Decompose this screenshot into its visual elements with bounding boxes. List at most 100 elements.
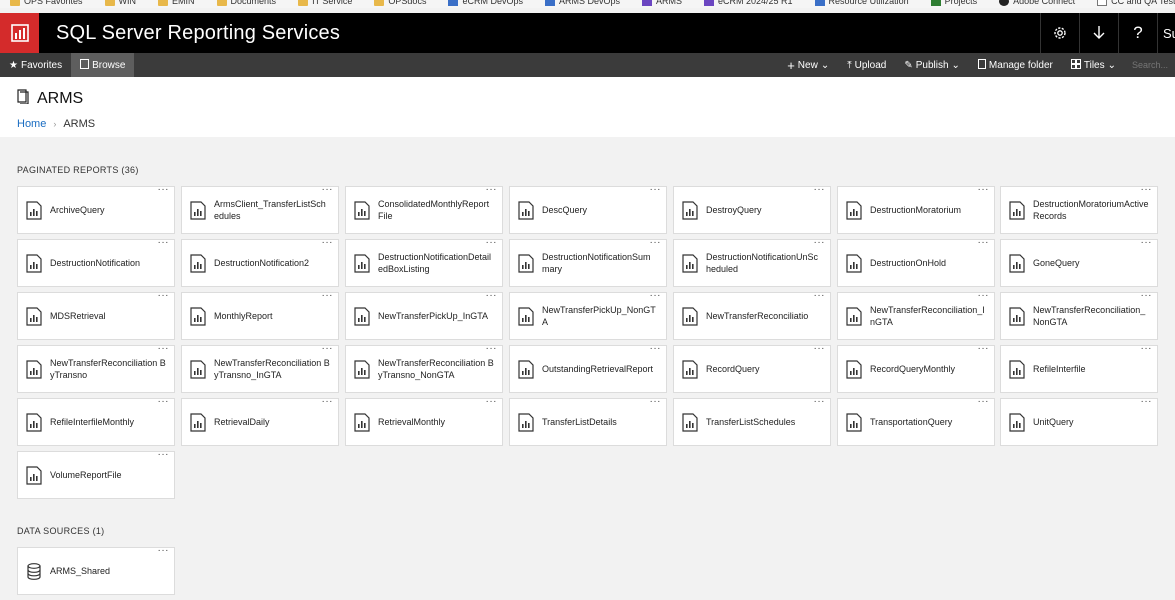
report-tile[interactable]: DestructionNotificationSummary ···: [509, 237, 667, 287]
bookmark-item[interactable]: OPSdocs: [374, 0, 426, 6]
more-options-icon[interactable]: ···: [814, 343, 826, 354]
report-tile[interactable]: MDSRetrieval ···: [17, 290, 175, 340]
more-options-icon[interactable]: ···: [650, 290, 662, 301]
more-options-icon[interactable]: ···: [1141, 396, 1153, 407]
report-tile[interactable]: ArchiveQuery ···: [17, 184, 175, 234]
more-options-icon[interactable]: ···: [650, 396, 662, 407]
more-options-icon[interactable]: ···: [1141, 343, 1153, 354]
report-tile[interactable]: ConsolidatedMonthlyReportFile ···: [345, 184, 503, 234]
more-options-icon[interactable]: ···: [486, 343, 498, 354]
bookmark-item[interactable]: OPS Favorites: [10, 0, 83, 6]
more-options-icon[interactable]: ···: [650, 343, 662, 354]
report-tile[interactable]: NewTransferReconciliatio ···: [673, 290, 831, 340]
report-tile[interactable]: NewTransferReconciliation ByTransno_InGT…: [181, 343, 339, 393]
report-tile[interactable]: RefileInterfileMonthly ···: [17, 396, 175, 446]
more-options-icon[interactable]: ···: [486, 237, 498, 248]
more-options-icon[interactable]: ···: [978, 290, 990, 301]
report-tile[interactable]: NewTransferReconciliation ByTransno ···: [17, 343, 175, 393]
more-options-icon[interactable]: ···: [486, 184, 498, 195]
bookmark-item[interactable]: Projects: [930, 0, 977, 6]
settings-gear-icon[interactable]: [1040, 13, 1079, 53]
report-tile[interactable]: NewTransferPickUp_InGTA ···: [345, 290, 503, 340]
more-options-icon[interactable]: ···: [814, 290, 826, 301]
more-options-icon[interactable]: ···: [158, 396, 170, 407]
search-input[interactable]: [1125, 53, 1175, 77]
report-tile[interactable]: GoneQuery ···: [1000, 237, 1158, 287]
report-tile[interactable]: OutstandingRetrievalReport ···: [509, 343, 667, 393]
more-options-icon[interactable]: ···: [158, 184, 170, 195]
manage-folder-button[interactable]: Manage folder: [969, 53, 1062, 77]
new-button[interactable]: + New ⌄: [778, 53, 838, 77]
more-options-icon[interactable]: ···: [486, 396, 498, 407]
bookmark-item[interactable]: Adobe Connect: [999, 0, 1075, 6]
report-tile[interactable]: DestroyQuery ···: [673, 184, 831, 234]
report-tile[interactable]: NewTransferPickUp_NonGTA ···: [509, 290, 667, 340]
ssrs-logo-icon[interactable]: [0, 13, 39, 53]
report-tile[interactable]: NewTransferReconciliation_NonGTA ···: [1000, 290, 1158, 340]
more-options-icon[interactable]: ···: [650, 237, 662, 248]
bookmark-item[interactable]: eCRM DevOps: [448, 0, 523, 6]
report-tile[interactable]: RecordQuery ···: [673, 343, 831, 393]
more-options-icon[interactable]: ···: [650, 184, 662, 195]
report-tile[interactable]: NewTransferReconciliation ByTransno_NonG…: [345, 343, 503, 393]
more-options-icon[interactable]: ···: [978, 237, 990, 248]
more-options-icon[interactable]: ···: [158, 343, 170, 354]
bookmark-item[interactable]: EMIN: [158, 0, 195, 6]
data-source-tile[interactable]: ARMS_Shared ···: [17, 545, 175, 595]
report-tile[interactable]: VolumeReportFile ···: [17, 449, 175, 499]
user-menu[interactable]: Su: [1157, 13, 1175, 53]
bookmark-item[interactable]: Resource Utilization: [814, 0, 909, 6]
report-tile[interactable]: UnitQuery ···: [1000, 396, 1158, 446]
more-options-icon[interactable]: ···: [158, 449, 170, 460]
report-tile[interactable]: DestructionNotification ···: [17, 237, 175, 287]
bookmark-item[interactable]: Documents: [216, 0, 276, 6]
report-tile[interactable]: RetrievalMonthly ···: [345, 396, 503, 446]
download-icon[interactable]: [1079, 13, 1118, 53]
tiles-view-button[interactable]: Tiles ⌄: [1062, 53, 1125, 77]
report-tile[interactable]: RefileInterfile ···: [1000, 343, 1158, 393]
report-tile[interactable]: DestructionNotification2 ···: [181, 237, 339, 287]
more-options-icon[interactable]: ···: [1141, 237, 1153, 248]
report-tile[interactable]: MonthlyReport ···: [181, 290, 339, 340]
more-options-icon[interactable]: ···: [158, 545, 170, 556]
publish-button[interactable]: ✎ Publish ⌄: [895, 53, 969, 77]
report-tile[interactable]: DestructionMoratorium ···: [837, 184, 995, 234]
report-tile[interactable]: RecordQueryMonthly ···: [837, 343, 995, 393]
breadcrumb-home-link[interactable]: Home: [17, 118, 46, 130]
report-tile[interactable]: DestructionNotificationUnScheduled ···: [673, 237, 831, 287]
more-options-icon[interactable]: ···: [322, 237, 334, 248]
browse-tab[interactable]: Browse: [71, 53, 135, 77]
bookmark-item[interactable]: IT Service: [298, 0, 352, 6]
report-tile[interactable]: DestructionOnHold ···: [837, 237, 995, 287]
more-options-icon[interactable]: ···: [814, 184, 826, 195]
favorites-tab[interactable]: ★ Favorites: [0, 53, 71, 77]
bookmark-item[interactable]: eCRM 2024/25 R1: [704, 0, 793, 6]
report-tile[interactable]: TransportationQuery ···: [837, 396, 995, 446]
bookmark-item[interactable]: ARMS: [641, 0, 682, 6]
report-tile[interactable]: ArmsClient_TransferListSchedules ···: [181, 184, 339, 234]
report-tile[interactable]: NewTransferReconciliation_InGTA ···: [837, 290, 995, 340]
more-options-icon[interactable]: ···: [158, 290, 170, 301]
bookmark-item[interactable]: CC and QA Testing...: [1097, 0, 1175, 6]
report-tile[interactable]: TransferListSchedules ···: [673, 396, 831, 446]
more-options-icon[interactable]: ···: [978, 184, 990, 195]
report-tile[interactable]: DestructionNotificationDetailedBoxListin…: [345, 237, 503, 287]
report-tile[interactable]: DestructionMoratoriumActiveRecords ···: [1000, 184, 1158, 234]
more-options-icon[interactable]: ···: [486, 290, 498, 301]
upload-button[interactable]: ⤒ Upload: [838, 53, 895, 77]
more-options-icon[interactable]: ···: [322, 396, 334, 407]
more-options-icon[interactable]: ···: [1141, 290, 1153, 301]
more-options-icon[interactable]: ···: [978, 343, 990, 354]
report-tile[interactable]: DescQuery ···: [509, 184, 667, 234]
report-tile[interactable]: RetrievalDaily ···: [181, 396, 339, 446]
more-options-icon[interactable]: ···: [814, 396, 826, 407]
more-options-icon[interactable]: ···: [978, 396, 990, 407]
help-icon[interactable]: ?: [1118, 13, 1157, 53]
more-options-icon[interactable]: ···: [1141, 184, 1153, 195]
report-tile[interactable]: TransferListDetails ···: [509, 396, 667, 446]
more-options-icon[interactable]: ···: [158, 237, 170, 248]
bookmark-item[interactable]: WIN: [104, 0, 136, 6]
more-options-icon[interactable]: ···: [322, 290, 334, 301]
more-options-icon[interactable]: ···: [322, 343, 334, 354]
more-options-icon[interactable]: ···: [322, 184, 334, 195]
